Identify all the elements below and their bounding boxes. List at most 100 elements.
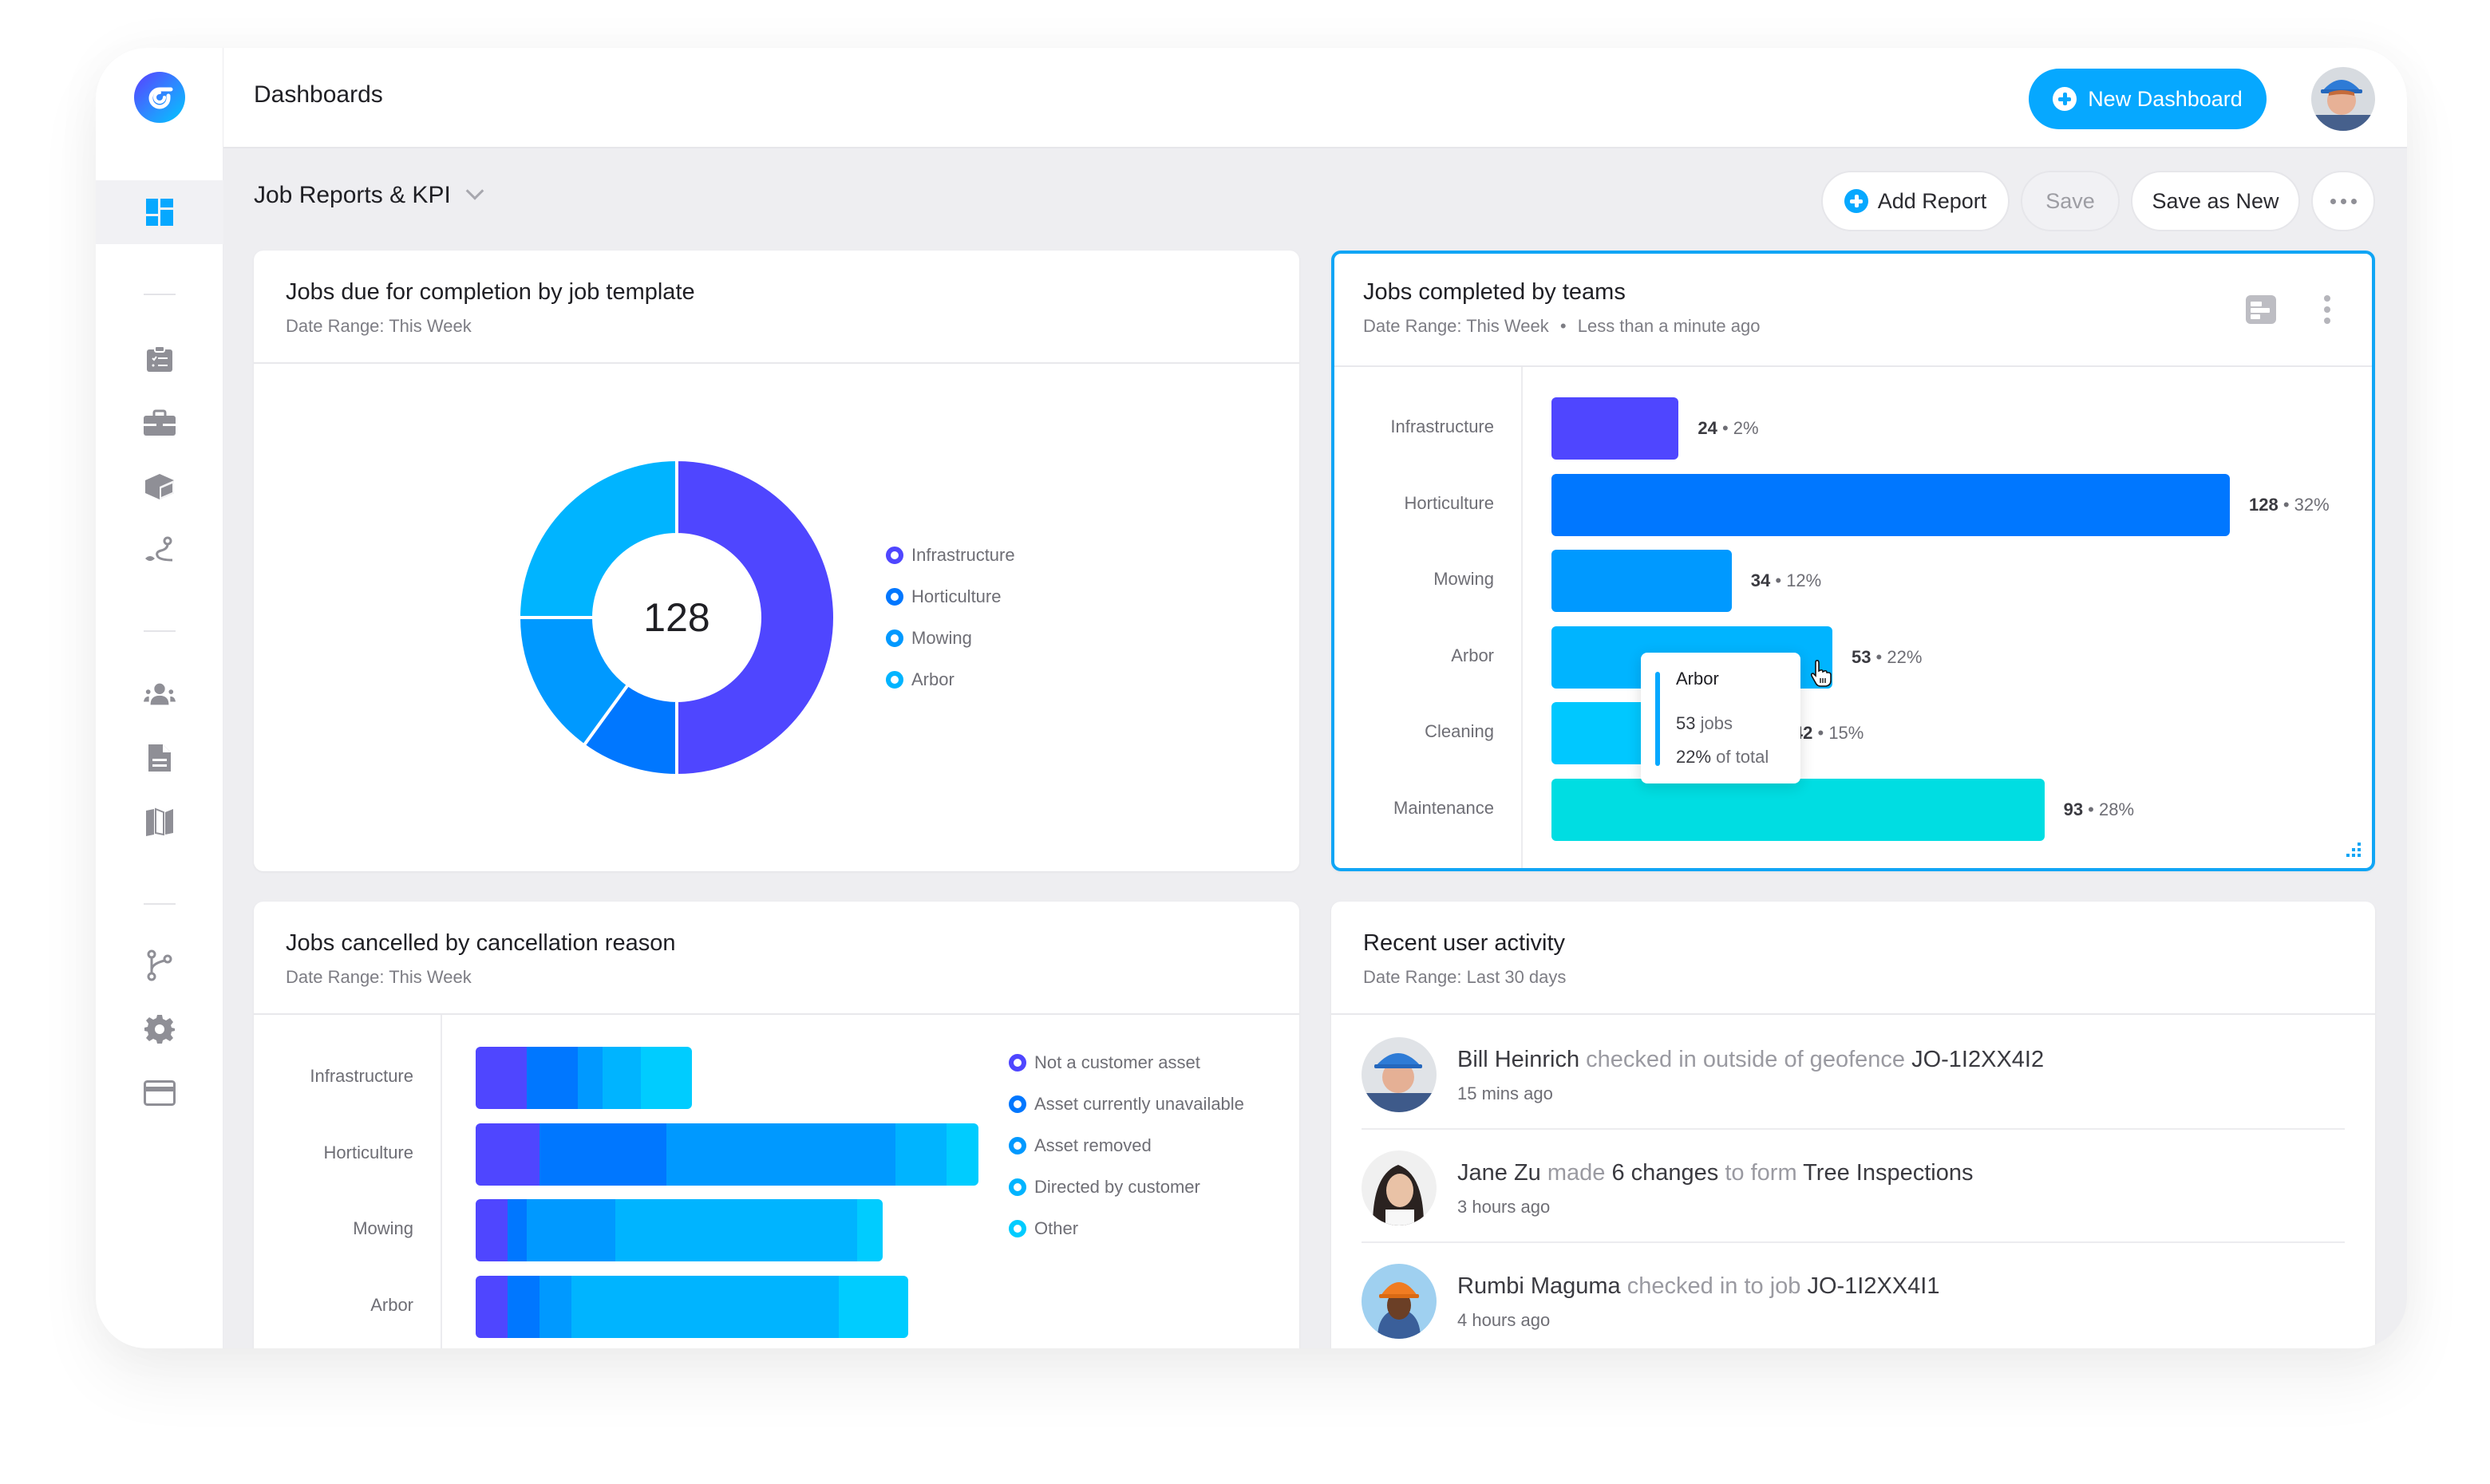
sidebar-item-job-templates[interactable] [144, 407, 176, 439]
bar-segment-not-a-customer-asset[interactable] [476, 1199, 508, 1261]
activity-time: 3 hours ago [1457, 1197, 1551, 1217]
legend-item-mowing[interactable]: Mowing [886, 618, 1015, 659]
donut-chart: 128 [516, 457, 836, 778]
sidebar-item-forms[interactable] [144, 742, 176, 774]
sidebar-item-workflows[interactable] [144, 949, 176, 981]
user-avatar[interactable] [2311, 67, 2375, 131]
bar-maintenance[interactable] [1551, 778, 2045, 841]
bar-segment-not-a-customer-asset[interactable] [476, 1047, 527, 1109]
bar-segment-not-a-customer-asset[interactable] [476, 1123, 540, 1186]
sidebar-item-jobs[interactable] [144, 343, 176, 375]
legend-item-not-a-customer-asset[interactable]: Not a customer asset [1009, 1042, 1244, 1083]
activity-item[interactable]: Jane Zu made 6 changes to form Tree Insp… [1362, 1130, 2345, 1243]
sidebar-divider [144, 294, 176, 295]
bar-segment-asset-currently-unavailable[interactable] [507, 1275, 540, 1338]
bar-segment-not-a-customer-asset[interactable] [476, 1275, 508, 1338]
stacked-bar-infrastructure[interactable] [476, 1047, 693, 1109]
stacked-bar-horticulture[interactable] [476, 1123, 978, 1186]
bar-segment-other[interactable] [947, 1123, 978, 1186]
bar-segment-directed-by-customer[interactable] [571, 1275, 839, 1338]
card-menu-icon[interactable] [2322, 295, 2332, 324]
sidebar-item-routes[interactable] [144, 535, 176, 566]
gear-icon [144, 1015, 175, 1044]
form-link[interactable]: Tree Inspections [1803, 1160, 1973, 1186]
legend-marker [1009, 1178, 1026, 1196]
dashboard-selector[interactable]: Job Reports & KPI [254, 182, 484, 209]
bar-segment-asset-currently-unavailable[interactable] [507, 1199, 527, 1261]
activity-text: Rumbi Maguma checked in to job JO-1I2XX4… [1457, 1273, 1940, 1299]
bar-segment-directed-by-customer[interactable] [615, 1199, 858, 1261]
save-as-new-button[interactable]: Save as New [2131, 171, 2300, 231]
bar-horticulture[interactable] [1551, 473, 2230, 536]
bar-mowing[interactable] [1551, 550, 1732, 612]
sidebar-item-assets[interactable] [144, 471, 176, 503]
legend-item-other[interactable]: Other [1009, 1208, 1244, 1249]
category-label: Arbor [370, 1294, 413, 1315]
sidebar-item-maps[interactable] [144, 806, 176, 838]
sidebar-item-settings[interactable] [144, 1013, 176, 1045]
legend-item-asset-removed[interactable]: Asset removed [1009, 1125, 1244, 1166]
bar-value-label: 128 • 32% [2249, 494, 2330, 515]
avatar [1362, 1264, 1437, 1339]
chevron-down-icon [465, 182, 484, 200]
card-header: Recent user activity Date Range: Last 30… [1331, 902, 2375, 1015]
legend-label: Infrastructure [911, 545, 1015, 565]
resize-handle[interactable] [2345, 841, 2362, 858]
bar-segment-directed-by-customer[interactable] [603, 1047, 642, 1109]
bar-value-label: 93 • 28% [2063, 799, 2135, 819]
legend-item-asset-currently-unavailable[interactable]: Asset currently unavailable [1009, 1083, 1244, 1125]
activity-item[interactable]: Bill Heinrich checked in outside of geof… [1362, 1016, 2345, 1130]
new-dashboard-button[interactable]: New Dashboard [2029, 69, 2267, 129]
job-link[interactable]: JO-1I2XX4I2 [1911, 1047, 2044, 1072]
ellipsis-icon [2330, 198, 2357, 204]
activity-item[interactable]: Rumbi Maguma checked in to job JO-1I2XX4… [1362, 1243, 2345, 1348]
legend-item-horticulture[interactable]: Horticulture [886, 576, 1015, 618]
legend-item-infrastructure[interactable]: Infrastructure [886, 535, 1015, 576]
legend-label: Asset removed [1034, 1135, 1152, 1155]
legend-item-arbor[interactable]: Arbor [886, 659, 1015, 701]
more-options-button[interactable] [2311, 171, 2375, 231]
jobs-due-card[interactable]: Jobs due for completion by job template … [254, 251, 1299, 871]
logo-icon [148, 87, 173, 109]
save-button[interactable]: Save [2021, 171, 2120, 231]
bar-segment-other[interactable] [857, 1199, 883, 1261]
card-header: Jobs completed by teams Date Range: This… [1334, 254, 2372, 367]
sidebar-item-billing[interactable] [144, 1077, 176, 1109]
bar-segment-asset-removed[interactable] [539, 1275, 571, 1338]
separator-dot: • [1559, 316, 1567, 336]
stacked-bar-mowing[interactable] [476, 1199, 883, 1261]
card-subtitle: Date Range: Last 30 days [1363, 967, 1567, 987]
document-icon [148, 744, 171, 772]
bar-segment-directed-by-customer[interactable] [895, 1123, 947, 1186]
stacked-bar-legend: Not a customer asset Asset currently unav… [1009, 1042, 1244, 1249]
bar-segment-asset-currently-unavailable[interactable] [526, 1047, 578, 1109]
category-label: Infrastructure [1390, 416, 1494, 436]
jobs-completed-card[interactable]: Jobs completed by teams Date Range: This… [1331, 251, 2375, 871]
legend-item-directed-by-customer[interactable]: Directed by customer [1009, 1166, 1244, 1208]
save-as-new-label: Save as New [2152, 188, 2279, 213]
bar-segment-asset-removed[interactable] [526, 1199, 616, 1261]
jobs-cancelled-card[interactable]: Jobs cancelled by cancellation reason Da… [254, 902, 1299, 1348]
sidebar-item-teams[interactable] [144, 678, 176, 710]
bar-segment-asset-currently-unavailable[interactable] [539, 1123, 667, 1186]
add-report-button[interactable]: Add Report [1821, 171, 2010, 231]
recent-activity-card[interactable]: Recent user activity Date Range: Last 30… [1331, 902, 2375, 1348]
dashboard-toolbar: Job Reports & KPI Add Report Save Save a… [223, 150, 2407, 249]
legend-label: Asset currently unavailable [1034, 1094, 1244, 1114]
map-icon [146, 807, 173, 836]
plus-circle-icon [2053, 87, 2077, 111]
card-subtitle: Date Range: This Week [286, 967, 472, 987]
legend-label: Mowing [911, 628, 972, 648]
stacked-bar-arbor[interactable] [476, 1275, 909, 1338]
dashboard-icon[interactable] [144, 196, 176, 228]
bar-segment-other[interactable] [641, 1047, 693, 1109]
bar-segment-asset-removed[interactable] [666, 1123, 896, 1186]
chart-type-icon[interactable] [2246, 295, 2276, 324]
bar-infrastructure[interactable] [1551, 397, 1679, 460]
job-link[interactable]: JO-1I2XX4I1 [1807, 1273, 1939, 1299]
dashboard-name: Job Reports & KPI [254, 182, 451, 208]
app-logo[interactable] [134, 72, 185, 123]
bar-segment-asset-removed[interactable] [577, 1047, 603, 1109]
category-label: Horticulture [323, 1142, 413, 1162]
bar-segment-other[interactable] [838, 1275, 909, 1338]
